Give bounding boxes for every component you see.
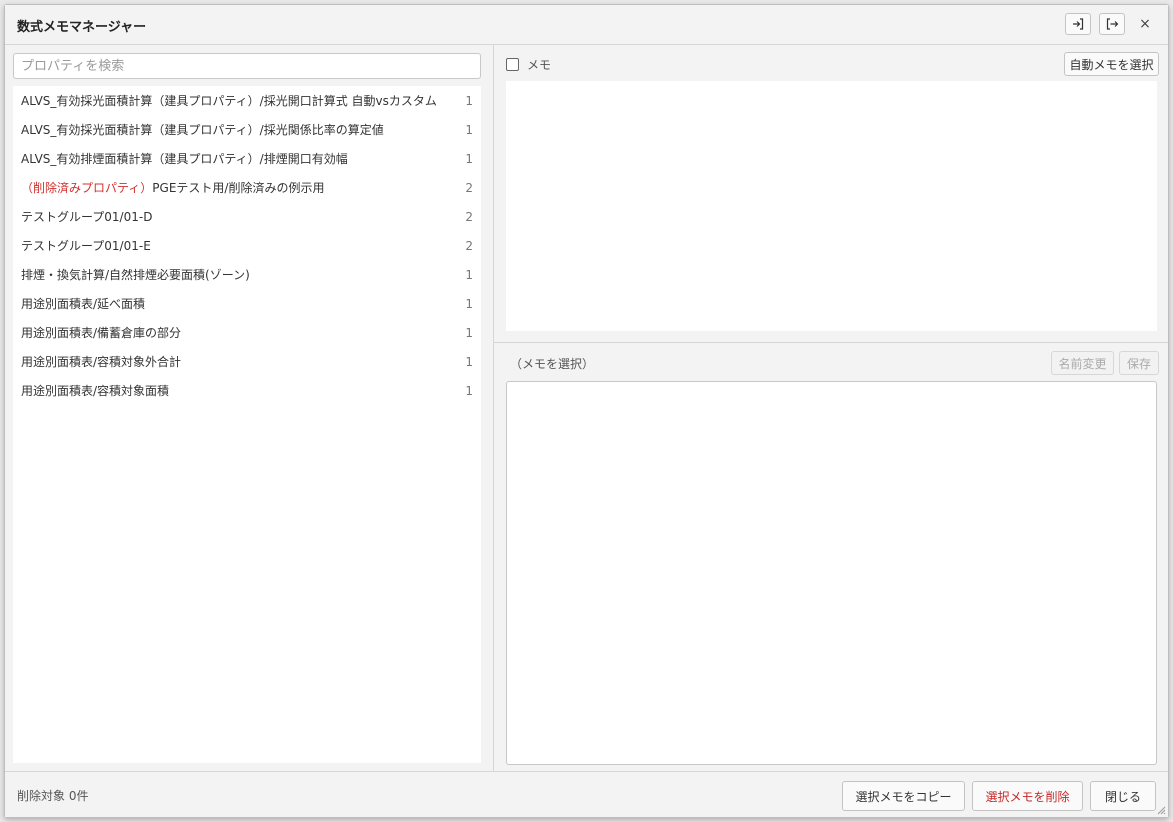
memo-editor[interactable]: [506, 381, 1157, 765]
memo-count: 1: [465, 151, 473, 166]
memo-count: 1: [465, 383, 473, 398]
memo-count: 1: [465, 354, 473, 369]
property-list-item[interactable]: ALVS_有効採光面積計算（建具プロパティ）/採光関係比率の算定値 1: [13, 115, 481, 144]
delete-selected-memo-button[interactable]: 選択メモを削除: [972, 781, 1083, 811]
property-list: ALVS_有効採光面積計算（建具プロパティ）/採光開口計算式 自動vsカスタム 1…: [13, 86, 481, 763]
property-list-item[interactable]: （削除済みプロパティ）PGEテスト用/削除済みの例示用 2: [13, 173, 481, 202]
memo-count: 1: [465, 267, 473, 282]
property-list-item[interactable]: ALVS_有効排煙面積計算（建具プロパティ）/排煙開口有効幅 1: [13, 144, 481, 173]
property-label: 用途別面積表/備蓄倉庫の部分: [21, 326, 182, 340]
property-name: 用途別面積表/備蓄倉庫の部分: [21, 324, 459, 341]
property-name: ALVS_有効排煙面積計算（建具プロパティ）/排煙開口有効幅: [21, 150, 459, 167]
property-label: ALVS_有効採光面積計算（建具プロパティ）/採光関係比率の算定値: [21, 123, 384, 137]
property-label: テストグループ01/01-E: [21, 239, 151, 253]
dialog-title: 数式メモマネージャー: [17, 20, 147, 35]
property-list-item[interactable]: 用途別面積表/備蓄倉庫の部分 1: [13, 318, 481, 347]
property-list-item[interactable]: ALVS_有効採光面積計算（建具プロパティ）/採光開口計算式 自動vsカスタム 1: [13, 86, 481, 115]
property-list-item[interactable]: 用途別面積表/延べ面積 1: [13, 289, 481, 318]
pop-out-button[interactable]: [1099, 13, 1125, 35]
auto-select-memo-button[interactable]: 自動メモを選択: [1064, 52, 1159, 76]
property-list-item[interactable]: テストグループ01/01-D 2: [13, 202, 481, 231]
property-name: 用途別面積表/容積対象外合計: [21, 353, 459, 370]
resize-grip-icon[interactable]: [1156, 805, 1166, 815]
property-label: 用途別面積表/容積対象外合計: [21, 355, 182, 369]
sign-out-icon: [1106, 18, 1119, 30]
panel-divider: [494, 342, 1168, 343]
memo-count: 2: [465, 209, 473, 224]
copy-selected-memo-button[interactable]: 選択メモをコピー: [842, 781, 965, 811]
property-search-input[interactable]: [13, 53, 481, 79]
property-label: 排煙・換気計算/自然排煙必要面積(ゾーン): [21, 268, 250, 282]
memo-count: 1: [465, 93, 473, 108]
selected-memo-label: （メモを選択）: [510, 356, 595, 371]
property-label: PGEテスト用/削除済みの例示用: [152, 181, 325, 195]
property-label: 用途別面積表/容積対象面積: [21, 384, 170, 398]
memo-checkbox-row[interactable]: メモ: [506, 53, 551, 75]
formula-memo-manager-dialog: 数式メモマネージャー × ALVS_有効採光面積計算（建具プロパティ）/採光開口…: [4, 4, 1169, 818]
property-name: テストグループ01/01-D: [21, 208, 459, 225]
memo-count: 1: [465, 296, 473, 311]
property-list-item[interactable]: 用途別面積表/容積対象面積 1: [13, 376, 481, 405]
memo-checkbox[interactable]: [506, 57, 519, 71]
title-bar: 数式メモマネージャー ×: [5, 5, 1168, 45]
property-list-item[interactable]: 用途別面積表/容積対象外合計 1: [13, 347, 481, 376]
save-button[interactable]: 保存: [1119, 351, 1159, 375]
memo-checkbox-label: メモ: [527, 57, 552, 72]
property-name: ALVS_有効採光面積計算（建具プロパティ）/採光開口計算式 自動vsカスタム: [21, 92, 459, 109]
property-name: 用途別面積表/延べ面積: [21, 295, 459, 312]
property-list-item[interactable]: 排煙・換気計算/自然排煙必要面積(ゾーン) 1: [13, 260, 481, 289]
rename-button[interactable]: 名前変更: [1051, 351, 1114, 375]
sign-in-icon: [1073, 18, 1084, 30]
property-label: 用途別面積表/延べ面積: [21, 297, 146, 311]
dock-in-button[interactable]: [1065, 13, 1091, 35]
property-list-item[interactable]: テストグループ01/01-E 2: [13, 231, 481, 260]
memo-count: 1: [465, 122, 473, 137]
delete-count-status: 削除対象 0件: [17, 789, 89, 803]
memo-count: 2: [465, 180, 473, 195]
property-panel: ALVS_有効採光面積計算（建具プロパティ）/採光開口計算式 自動vsカスタム 1…: [5, 45, 494, 771]
property-label: テストグループ01/01-D: [21, 210, 153, 224]
close-icon[interactable]: ×: [1133, 13, 1157, 35]
memo-count: 1: [465, 325, 473, 340]
close-button[interactable]: 閉じる: [1090, 781, 1156, 811]
footer: 削除対象 0件 選択メモをコピー 選択メモを削除 閉じる: [5, 771, 1168, 817]
memo-count: 2: [465, 238, 473, 253]
property-label: ALVS_有効排煙面積計算（建具プロパティ）/排煙開口有効幅: [21, 152, 348, 166]
property-name: 用途別面積表/容積対象面積: [21, 382, 459, 399]
property-label: ALVS_有効採光面積計算（建具プロパティ）/採光開口計算式 自動vsカスタム: [21, 94, 437, 108]
deleted-property-tag: （削除済みプロパティ）: [21, 181, 153, 195]
property-name: （削除済みプロパティ）PGEテスト用/削除済みの例示用: [21, 179, 459, 196]
memo-panel: メモ 自動メモを選択 （メモを選択） 名前変更 保存: [494, 45, 1168, 771]
property-name: 排煙・換気計算/自然排煙必要面積(ゾーン): [21, 266, 459, 283]
property-name: テストグループ01/01-E: [21, 237, 459, 254]
property-name: ALVS_有効採光面積計算（建具プロパティ）/採光関係比率の算定値: [21, 121, 459, 138]
memo-list[interactable]: [506, 81, 1157, 331]
